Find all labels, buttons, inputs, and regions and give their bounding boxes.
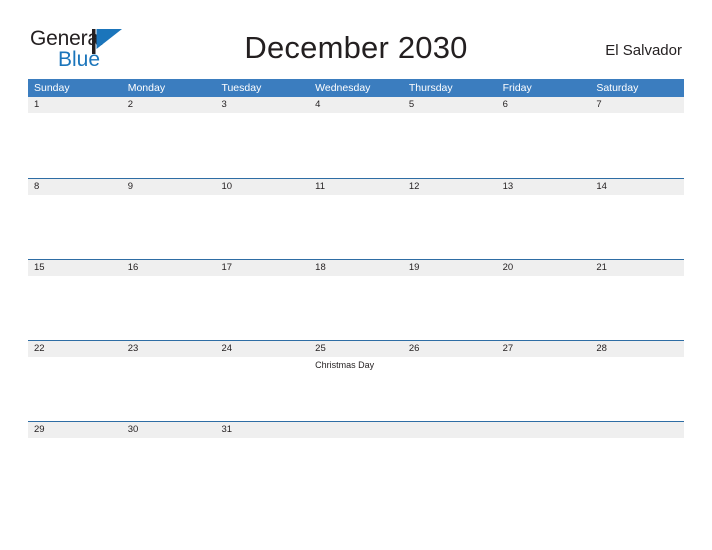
calendar-day-cell[interactable]: 30 xyxy=(122,422,216,502)
calendar-empty-cell xyxy=(403,422,497,502)
day-number: 3 xyxy=(221,99,227,110)
week-cells: 22 23 24 25 Christmas Day 26 27 28 xyxy=(28,341,684,421)
day-number: 20 xyxy=(502,262,514,273)
calendar-day-cell[interactable]: 21 xyxy=(590,260,684,340)
calendar-day-cell[interactable]: 19 xyxy=(403,260,497,340)
day-number: 1 xyxy=(34,99,40,110)
day-number: 28 xyxy=(596,343,607,354)
day-number: 24 xyxy=(221,343,233,354)
calendar-day-cell[interactable]: 29 xyxy=(28,422,122,502)
calendar-week-row: 15 16 17 18 19 20 21 xyxy=(28,259,684,340)
calendar-week-row: 22 23 24 25 Christmas Day 26 27 28 xyxy=(28,340,684,421)
calendar-day-cell[interactable]: 23 xyxy=(122,341,216,421)
day-number: 7 xyxy=(596,99,602,110)
day-number: 11 xyxy=(315,181,326,192)
calendar-day-cell[interactable]: 20 xyxy=(497,260,591,340)
day-number: 10 xyxy=(221,181,233,192)
day-number: 2 xyxy=(127,99,134,110)
day-number: 26 xyxy=(408,343,420,354)
calendar-day-cell[interactable]: 27 xyxy=(497,341,591,421)
day-event-label: Christmas Day xyxy=(315,360,375,370)
calendar-empty-cell xyxy=(309,422,403,502)
day-number: 30 xyxy=(127,424,139,435)
calendar-day-cell[interactable]: 4 xyxy=(309,97,403,178)
day-number: 21 xyxy=(596,262,607,273)
calendar-day-cell[interactable]: 9 xyxy=(122,179,216,259)
weekday-header-monday: Monday xyxy=(127,82,166,94)
calendar-day-cell[interactable]: 12 xyxy=(403,179,497,259)
day-number: 13 xyxy=(502,181,514,192)
week-cells: 15 16 17 18 19 20 21 xyxy=(28,260,684,340)
day-number: 4 xyxy=(315,99,321,110)
day-number: 22 xyxy=(34,343,45,354)
calendar-day-cell[interactable]: 31 xyxy=(215,422,309,502)
calendar-grid: Sunday Monday Tuesday Wednesday Thursday… xyxy=(28,79,684,502)
calendar-day-cell[interactable]: 18 xyxy=(309,260,403,340)
day-events: Christmas Day xyxy=(315,359,400,371)
day-number: 18 xyxy=(315,262,326,273)
calendar-day-cell[interactable]: 5 xyxy=(403,97,497,178)
day-number: 9 xyxy=(127,181,134,192)
weekday-header-row: Sunday Monday Tuesday Wednesday Thursday… xyxy=(28,79,684,97)
weekday-header-friday: Friday xyxy=(502,82,532,94)
day-number: 8 xyxy=(34,181,40,192)
calendar-day-cell[interactable]: 26 xyxy=(403,341,497,421)
calendar-empty-cell xyxy=(497,422,591,502)
day-number: 15 xyxy=(34,262,45,273)
calendar-day-cell[interactable]: 11 xyxy=(309,179,403,259)
calendar-day-cell[interactable]: 14 xyxy=(590,179,684,259)
country-label: El Salvador xyxy=(605,42,682,59)
calendar-day-cell[interactable]: 28 xyxy=(590,341,684,421)
calendar-day-cell[interactable]: 3 xyxy=(215,97,309,178)
calendar-empty-cell xyxy=(590,422,684,502)
weekday-header-saturday: Saturday xyxy=(596,82,639,94)
calendar-day-cell[interactable]: 8 xyxy=(28,179,122,259)
calendar-day-cell[interactable]: 25 Christmas Day xyxy=(309,341,403,421)
day-number: 14 xyxy=(596,181,607,192)
calendar-day-cell[interactable]: 22 xyxy=(28,341,122,421)
calendar-day-cell[interactable]: 13 xyxy=(497,179,591,259)
page-header: General Blue December 2030 El Salvador xyxy=(0,0,712,70)
day-number: 12 xyxy=(408,181,420,192)
day-number: 31 xyxy=(221,424,233,435)
calendar-page: General Blue December 2030 El Salvador S… xyxy=(0,0,712,550)
calendar-day-cell[interactable]: 6 xyxy=(497,97,591,178)
weekday-header-sunday: Sunday xyxy=(34,82,70,94)
day-number: 16 xyxy=(127,262,139,273)
day-number: 17 xyxy=(221,262,233,273)
calendar-day-cell[interactable]: 15 xyxy=(28,260,122,340)
week-cells: 1 2 3 4 5 6 7 xyxy=(28,97,684,178)
week-cells: 8 9 10 11 12 13 14 xyxy=(28,179,684,259)
calendar-day-cell[interactable]: 2 xyxy=(122,97,216,178)
weekday-header-tuesday: Tuesday xyxy=(221,82,262,94)
weekday-header-wednesday: Wednesday xyxy=(315,82,371,94)
week-cells: 29 30 31 xyxy=(28,422,684,502)
calendar-day-cell[interactable]: 16 xyxy=(122,260,216,340)
calendar-week-row: 1 2 3 4 5 6 7 xyxy=(28,97,684,178)
day-number: 19 xyxy=(408,262,420,273)
calendar-day-cell[interactable]: 1 xyxy=(28,97,122,178)
day-number: 5 xyxy=(408,99,415,110)
calendar-week-row: 29 30 31 xyxy=(28,421,684,502)
day-number: 6 xyxy=(502,99,508,110)
day-number: 23 xyxy=(127,343,139,354)
day-number: 27 xyxy=(502,343,514,354)
calendar-day-cell[interactable]: 7 xyxy=(590,97,684,178)
day-number: 29 xyxy=(34,424,45,435)
calendar-day-cell[interactable]: 24 xyxy=(215,341,309,421)
calendar-day-cell[interactable]: 10 xyxy=(215,179,309,259)
calendar-weeks: 1 2 3 4 5 6 7 8 9 10 11 12 13 14 15 16 17 18 19 20 21 22 23 24 2… xyxy=(28,97,684,502)
calendar-day-cell[interactable]: 17 xyxy=(215,260,309,340)
calendar-week-row: 8 9 10 11 12 13 14 xyxy=(28,178,684,259)
day-number: 25 xyxy=(315,343,326,354)
weekday-header-thursday: Thursday xyxy=(408,82,453,94)
